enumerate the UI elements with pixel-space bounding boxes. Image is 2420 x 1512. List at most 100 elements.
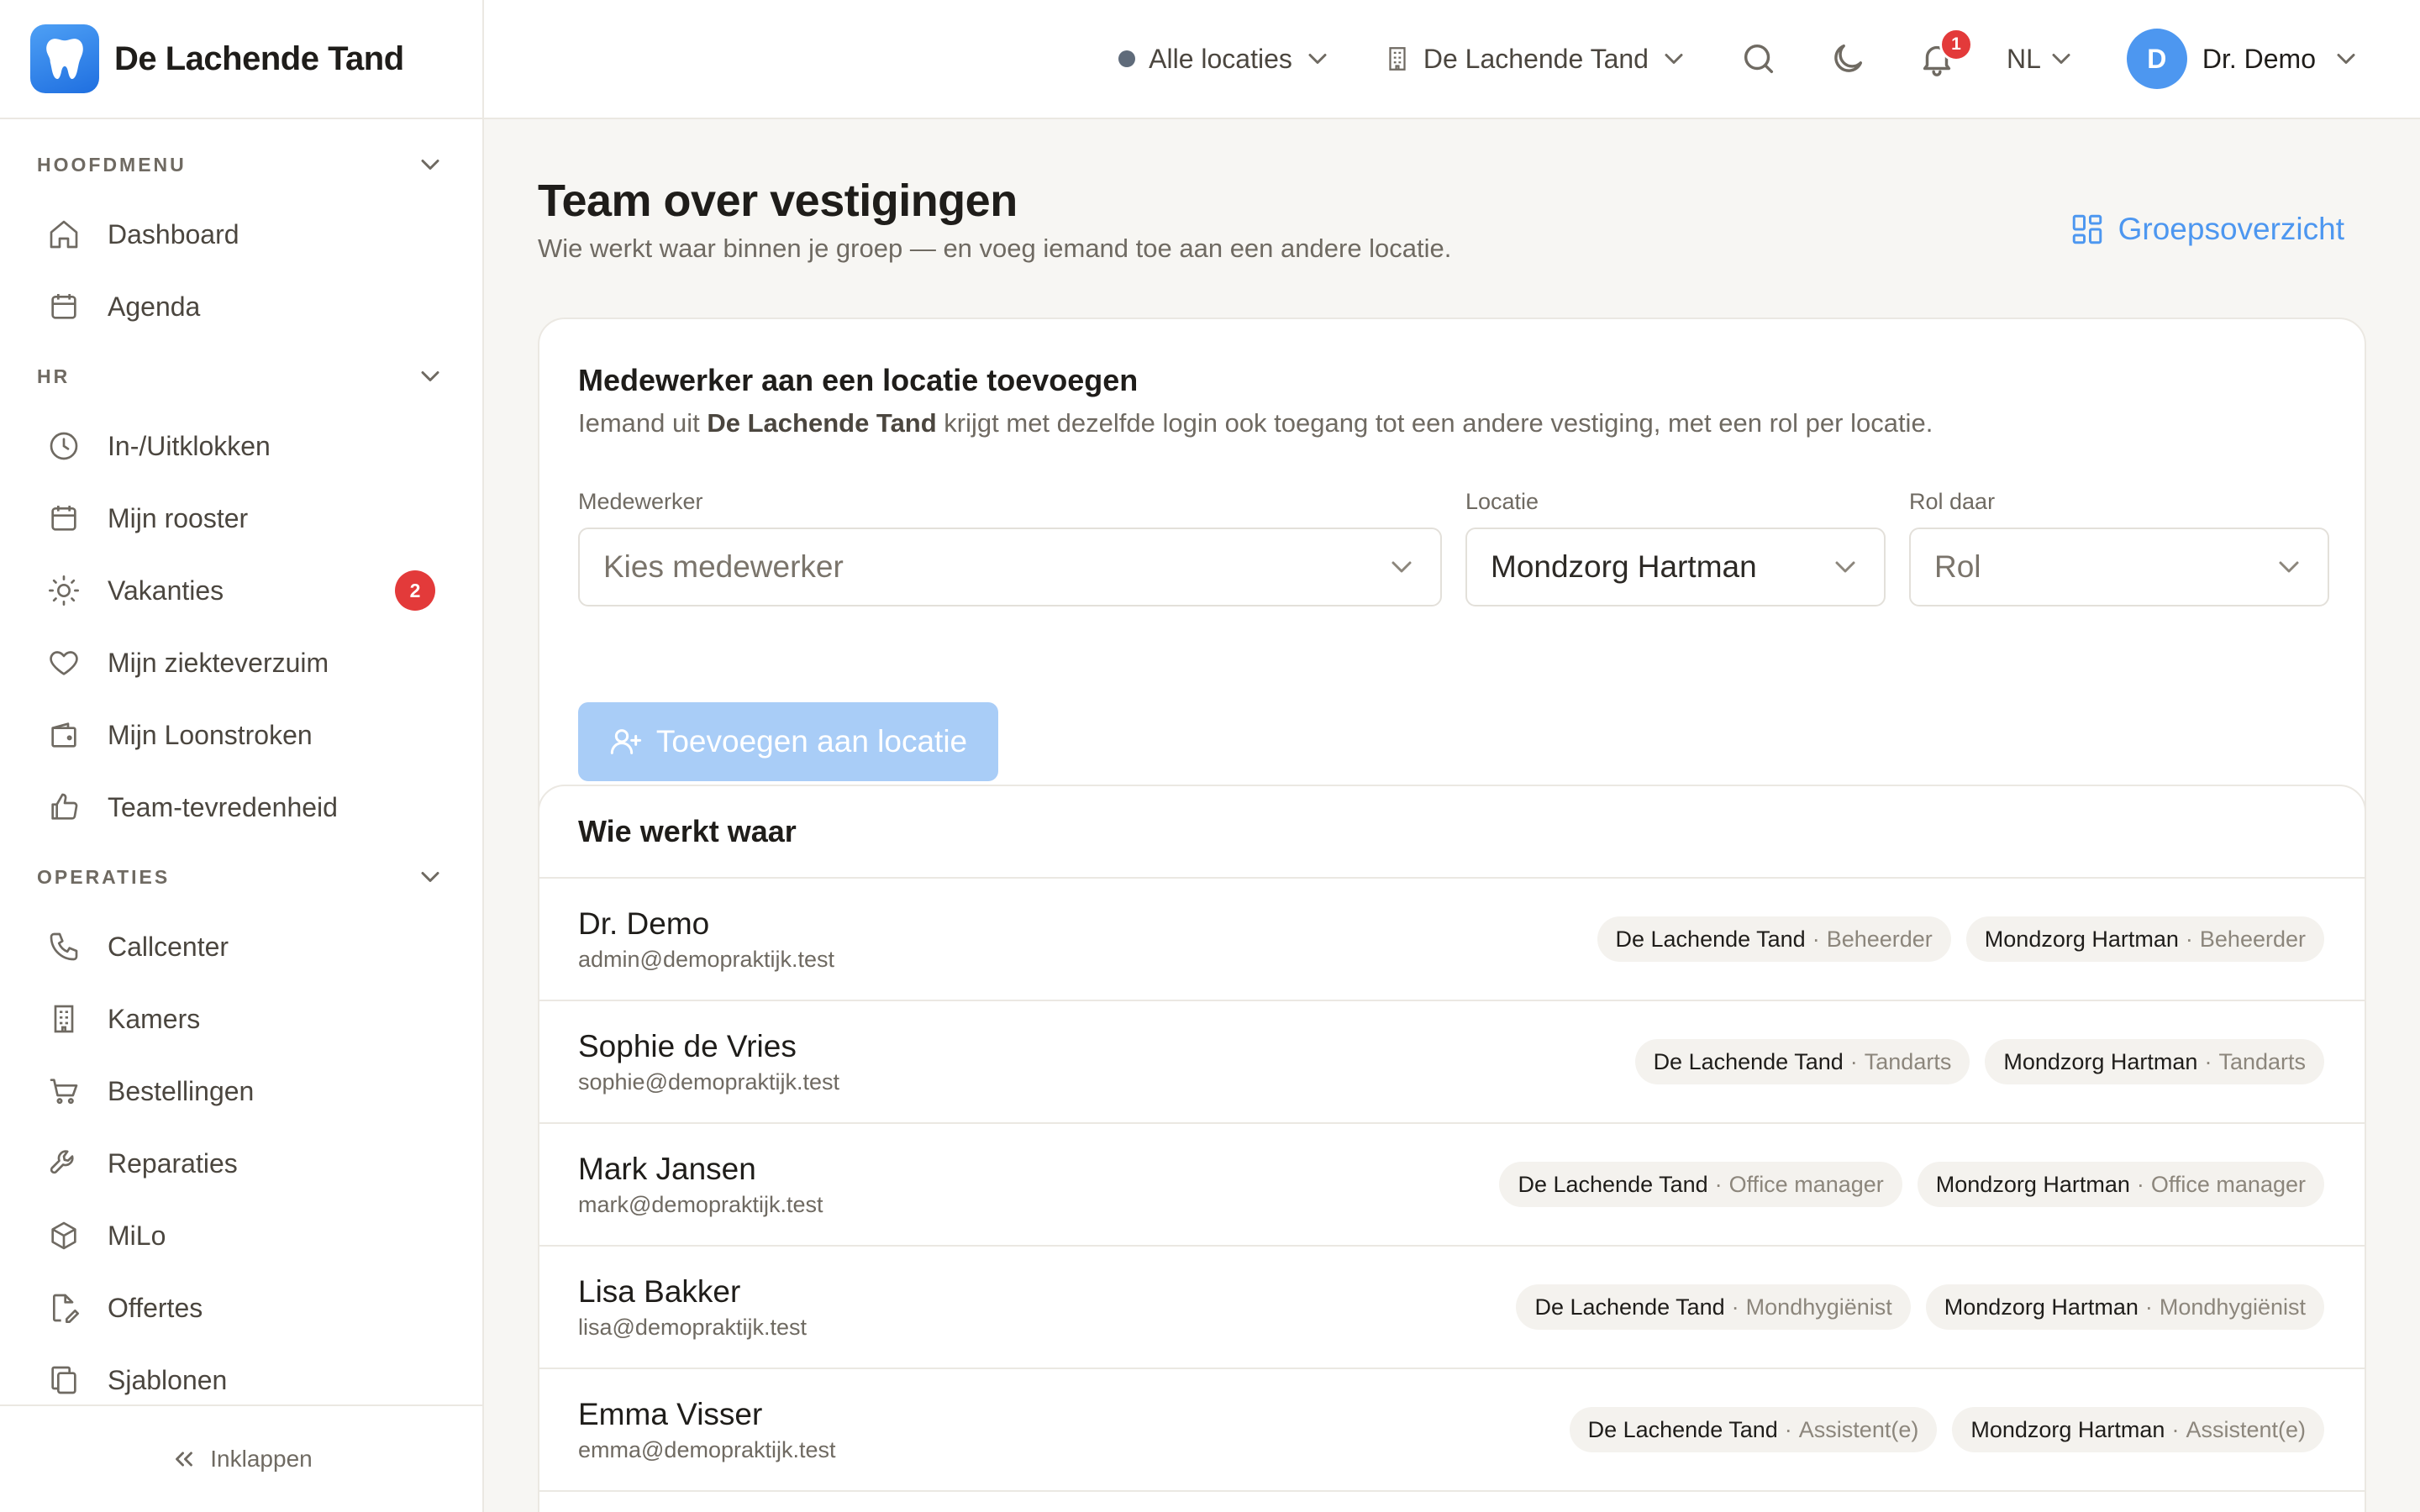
pill-role: Mondhygiënist: [1745, 1294, 1892, 1320]
locations-label: Alle locaties: [1149, 43, 1292, 74]
pill-role: Beheerder: [2199, 926, 2306, 952]
sidebar-item-label: Dashboard: [108, 218, 239, 249]
sidebar-item-quotes[interactable]: Offertes: [0, 1272, 482, 1344]
practice-dropdown[interactable]: De Lachende Tand: [1383, 44, 1689, 75]
sidebar-item-rooms[interactable]: Kamers: [0, 983, 482, 1055]
pill-role: Assistent(e): [1798, 1416, 1919, 1442]
role-select[interactable]: Rol: [1909, 528, 2329, 606]
table-row[interactable]: Mark Jansen mark@demopraktijk.test De Lach…: [539, 1124, 2365, 1247]
employee-info: Dr. Demo admin@demopraktijk.test: [578, 906, 834, 973]
group-overview-link[interactable]: Groepsoverzicht: [2070, 212, 2344, 247]
location-select[interactable]: Mondzorg Hartman: [1465, 528, 1886, 606]
search-icon: [1744, 44, 1774, 74]
table-row[interactable]: Lisa Bakker lisa@demopraktijk.test De Lach…: [539, 1247, 2365, 1369]
sidebar-item-orders[interactable]: Bestellingen: [0, 1055, 482, 1127]
employee-name: Sophie de Vries: [578, 1028, 797, 1063]
pill-location: Mondzorg Hartman: [1944, 1294, 2139, 1320]
chevron-down-icon: [1665, 54, 1683, 64]
pill-location: De Lachende Tand: [1587, 1416, 1778, 1442]
pill-separator: ·: [1731, 1294, 1739, 1320]
sidebar-item-team-satisfaction[interactable]: Team-tevredenheid: [0, 771, 482, 843]
location-role-pill: Mondzorg Hartman · Beheerder: [1965, 916, 2324, 962]
language-dropdown[interactable]: NL: [2007, 44, 2076, 75]
pill-location: De Lachende Tand: [1534, 1294, 1725, 1320]
sidebar-item-label: Offertes: [108, 1292, 203, 1323]
location-status-dot: [1118, 50, 1136, 67]
sidebar-item-label: Vakanties: [108, 575, 224, 606]
pill-role: Tandarts: [2218, 1048, 2306, 1074]
home-icon: [50, 220, 78, 249]
sidebar-item-label: In-/Uitklokken: [108, 430, 271, 461]
location-value: Mondzorg Hartman: [1491, 549, 1757, 584]
sidebar-item-label: Mijn Loonstroken: [108, 719, 313, 750]
locations-dropdown[interactable]: Alle locaties: [1118, 44, 1333, 75]
pill-location: Mondzorg Hartman: [1935, 1171, 2130, 1197]
cart-icon: [50, 1079, 78, 1105]
employee-placeholder: Kies medewerker: [603, 549, 844, 584]
brand[interactable]: De Lachende Tand: [0, 0, 482, 119]
location-role-pill: Mondzorg Hartman · Assistent(e): [1952, 1407, 2324, 1452]
page-subtitle: Wie werkt waar binnen je groep — en voeg…: [538, 234, 1452, 263]
employee-email: lisa@demopraktijk.test: [578, 1314, 808, 1340]
sidebar-item-repairs[interactable]: Reparaties: [0, 1127, 482, 1200]
employee-label: Medewerker: [578, 489, 703, 514]
location-role-pill: De Lachende Tand · Assistent(e): [1569, 1407, 1938, 1452]
collapse-label: Inklappen: [210, 1446, 313, 1472]
section-toggle-operaties[interactable]: OPERATIES: [0, 843, 482, 911]
pill-role: Beheerder: [1826, 926, 1933, 952]
pill-location: De Lachende Tand: [1653, 1048, 1844, 1074]
chevron-down-icon: [2337, 54, 2355, 64]
sidebar-item-sick-leave[interactable]: Mijn ziekteverzuim: [0, 627, 482, 699]
dark-mode-toggle[interactable]: [1828, 39, 1867, 78]
section-toggle-hoofdmenu[interactable]: HOOFDMENU: [0, 131, 482, 198]
sidebar-item-vacations[interactable]: Vakanties 2: [0, 554, 482, 627]
desc-prefix: Iemand uit: [578, 408, 708, 438]
practice-label: De Lachende Tand: [1423, 43, 1649, 74]
wallet-icon: [51, 722, 76, 748]
table-row[interactable]: Dr. Demo admin@demopraktijk.test De Lachen…: [539, 879, 2365, 1001]
sidebar: De Lachende Tand HOOFDMENU Dashboard Age…: [0, 0, 484, 1512]
role-label: Rol daar: [1909, 489, 1996, 514]
table-row[interactable]: Sophie de Vries sophie@demopraktijk.test D…: [539, 1001, 2365, 1124]
collapse-sidebar-button[interactable]: Inklappen: [0, 1404, 482, 1512]
moon-icon: [1834, 44, 1863, 72]
list-title: Wie werkt waar: [578, 814, 797, 848]
chevron-down-icon: [421, 160, 439, 170]
employee-email: admin@demopraktijk.test: [578, 946, 835, 972]
who-works-where-card: Wie werkt waar Dr. Demo admin@demopraktij…: [538, 785, 2366, 1512]
chevrons-left-icon: [176, 1452, 193, 1467]
sidebar-item-callcenter[interactable]: Callcenter: [0, 911, 482, 983]
sidebar-item-agenda[interactable]: Agenda: [0, 270, 482, 343]
notifications-button[interactable]: 1: [1918, 28, 1973, 78]
user-plus-icon: [610, 729, 642, 754]
location-role-pill: De Lachende Tand · Mondhygiënist: [1516, 1284, 1911, 1330]
main-content: Team over vestigingen Wie werkt waar bin…: [484, 119, 2420, 1512]
search-button[interactable]: [1739, 39, 1778, 78]
sidebar-item-label: MiLo: [108, 1220, 166, 1251]
employee-name: Dr. Demo: [578, 906, 710, 941]
vacations-badge: 2: [395, 570, 435, 611]
pill-role: Assistent(e): [2186, 1416, 2306, 1442]
add-to-location-button[interactable]: Toevoegen aan locatie: [578, 702, 998, 781]
sidebar-item-milo[interactable]: MiLo: [0, 1200, 482, 1272]
employee-email: emma@demopraktijk.test: [578, 1436, 836, 1462]
employee-info: Emma Visser emma@demopraktijk.test: [578, 1397, 836, 1463]
sidebar-item-roster[interactable]: Mijn rooster: [0, 482, 482, 554]
pill-separator: ·: [2204, 1048, 2212, 1074]
user-menu[interactable]: D Dr. Demo: [2126, 29, 2361, 89]
building-icon: [54, 1005, 74, 1033]
tooth-logo-icon: [30, 24, 99, 93]
desc-suffix: krijgt met dezelfde login ook toegang to…: [936, 408, 1933, 438]
employee-info: Mark Jansen mark@demopraktijk.test: [578, 1152, 823, 1218]
sidebar-item-label: Agenda: [108, 291, 201, 322]
employee-select[interactable]: Kies medewerker: [578, 528, 1442, 606]
sidebar-item-label: Reparaties: [108, 1147, 238, 1179]
add-button-label: Toevoegen aan locatie: [655, 724, 968, 759]
sidebar-item-clock[interactable]: In-/Uitklokken: [0, 410, 482, 482]
table-row[interactable]: Emma Visser emma@demopraktijk.test De Lach…: [539, 1369, 2365, 1492]
location-role-pill: De Lachende Tand · Tandarts: [1634, 1039, 1970, 1084]
sidebar-item-payslips[interactable]: Mijn Loonstroken: [0, 699, 482, 771]
sidebar-item-dashboard[interactable]: Dashboard: [0, 198, 482, 270]
pill-location: De Lachende Tand: [1518, 1171, 1708, 1197]
section-toggle-hr[interactable]: HR: [0, 343, 482, 410]
